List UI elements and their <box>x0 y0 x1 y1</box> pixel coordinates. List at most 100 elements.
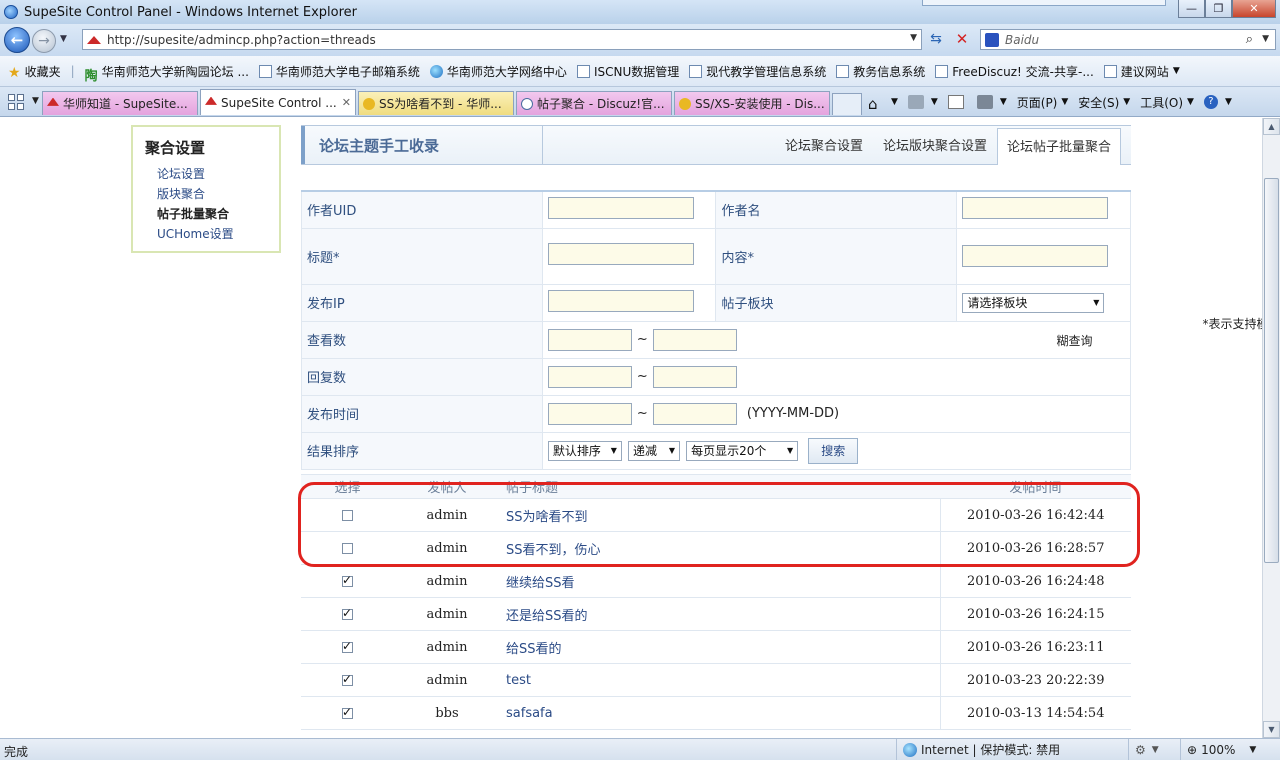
chevron-down-icon[interactable]: ▼ <box>1262 34 1269 44</box>
thread-title-link[interactable]: SS为啥看不到 <box>500 498 941 532</box>
stop-button[interactable]: ✕ <box>952 30 972 50</box>
history-dropdown[interactable]: ▼ <box>60 34 67 44</box>
page-menu[interactable]: 页面(P) ▼ <box>1017 94 1069 111</box>
favorites-button[interactable]: ★ 收藏夹 <box>8 63 61 81</box>
minimize-button[interactable]: — <box>1178 0 1205 18</box>
favorite-link[interactable]: 现代教学管理信息系统 <box>689 63 826 80</box>
author-cell: admin <box>394 597 500 631</box>
scroll-down-button[interactable]: ▼ <box>1263 721 1280 738</box>
row-checkbox[interactable] <box>342 509 353 521</box>
favorite-link[interactable]: FreeDiscuz! 交流-共享-... <box>935 63 1094 80</box>
author-name-input[interactable] <box>962 196 1109 219</box>
views-min-input[interactable] <box>547 328 632 351</box>
zoom-control[interactable]: ⊕ 100% ▼ <box>1180 739 1256 760</box>
views-max-input[interactable] <box>652 328 737 351</box>
thread-title-link[interactable]: 还是给SS看的 <box>500 597 941 631</box>
quick-tabs-icon[interactable] <box>8 94 24 110</box>
browser-tab[interactable]: SS为啥看不到 - 华师... <box>358 91 514 115</box>
board-select[interactable]: 请选择板块 ▼ <box>962 292 1105 313</box>
tools-menu[interactable]: 工具(O) ▼ <box>1140 94 1194 111</box>
favorite-link[interactable]: 华南师范大学电子邮箱系统 <box>258 63 420 80</box>
column-select: 选择 <box>301 474 394 499</box>
tab-list-dropdown[interactable]: ▼ <box>32 96 39 106</box>
replies-max-input[interactable] <box>652 365 737 388</box>
thread-title-link[interactable]: SS看不到，伤心 <box>500 531 941 565</box>
sidebar-item-thread-batch[interactable]: 帖子批量聚合 <box>157 204 267 224</box>
row-checkbox[interactable] <box>342 639 353 653</box>
thread-title-link[interactable]: 继续给SS看 <box>500 564 941 598</box>
protected-mode-toggle[interactable]: ⚙ ▼ <box>1128 739 1176 760</box>
sidebar-item-board-aggregation[interactable]: 版块聚合 <box>157 184 267 204</box>
url-text: http://supesite/admincp.php?action=threa… <box>107 32 376 47</box>
author-cell: admin <box>394 564 500 598</box>
content-cell: *表示支持模糊查询 <box>956 227 1262 348</box>
search-button[interactable]: 搜索 <box>808 437 859 464</box>
help-button[interactable]: ? ▼ <box>1203 95 1232 109</box>
favorite-link[interactable]: 教务信息系统 <box>836 63 925 80</box>
select-cell <box>301 531 394 565</box>
browser-tab[interactable]: 华师知道 - SupeSite... <box>42 91 198 115</box>
sort-field-select[interactable]: 默认排序 ▼ <box>547 440 622 461</box>
tab-board-aggregation[interactable]: 论坛版块聚合设置 <box>873 135 997 164</box>
post-time-end-input[interactable] <box>652 402 737 425</box>
status-text: 完成 <box>4 745 29 759</box>
post-time-cell: 2010-03-26 16:42:44 <box>940 498 1131 532</box>
content-label: 内容* <box>715 227 958 285</box>
search-icon[interactable]: ⌕ <box>1246 32 1253 47</box>
post-ip-input[interactable] <box>547 289 694 312</box>
home-button[interactable]: ⌂ ▼ <box>868 95 898 113</box>
browser-tab-active[interactable]: SupeSite Control ... ✕ <box>200 89 356 115</box>
thread-title-link[interactable]: safsafa <box>500 696 941 730</box>
select-cell <box>301 498 394 532</box>
search-input[interactable]: Baidu ⌕ ▼ <box>980 29 1276 50</box>
site-favicon-icon <box>87 34 101 46</box>
row-checkbox[interactable] <box>342 542 353 554</box>
sort-order-select[interactable]: 递减 ▼ <box>628 440 681 461</box>
row-checkbox[interactable] <box>342 606 353 620</box>
forward-button[interactable]: → <box>32 29 56 53</box>
board-label: 帖子板块 <box>715 283 958 322</box>
title-input[interactable] <box>547 243 694 265</box>
tab-close-icon[interactable]: ✕ <box>338 96 351 109</box>
url-field[interactable]: http://supesite/admincp.php?action=threa… <box>82 29 922 50</box>
sidebar-item-uchome-settings[interactable]: UCHome设置 <box>157 224 267 244</box>
scroll-thumb[interactable] <box>1264 178 1279 563</box>
scroll-up-button[interactable]: ▲ <box>1263 118 1280 135</box>
sidebar-item-forum-settings[interactable]: 论坛设置 <box>157 164 267 184</box>
safety-menu[interactable]: 安全(S) ▼ <box>1078 94 1130 111</box>
author-uid-input[interactable] <box>547 196 694 219</box>
page-icon <box>521 97 533 110</box>
header-accent <box>301 126 305 164</box>
maximize-button[interactable]: ❐ <box>1205 0 1232 18</box>
chevron-down-icon[interactable]: ▼ <box>910 33 917 43</box>
close-button[interactable]: ✕ <box>1232 0 1276 18</box>
refresh-button[interactable]: ⇆ <box>926 31 946 49</box>
row-checkbox[interactable] <box>342 705 353 719</box>
content-input[interactable] <box>962 245 1109 267</box>
page-icon <box>836 64 850 78</box>
replies-min-input[interactable] <box>547 365 632 388</box>
browser-tab[interactable]: 帖子聚合 - Discuz!官... <box>516 91 672 115</box>
back-button[interactable]: ← <box>4 27 30 53</box>
post-time-label: 发布时间 <box>301 394 543 433</box>
thread-title-link[interactable]: 给SS看的 <box>500 630 941 664</box>
favorite-link[interactable]: 建议网站 ▼ <box>1103 63 1180 80</box>
tab-forum-aggregation[interactable]: 论坛聚合设置 <box>775 135 873 164</box>
row-checkbox[interactable] <box>342 573 353 587</box>
print-button[interactable]: ▼ <box>976 95 1007 109</box>
tab-thread-batch[interactable]: 论坛帖子批量聚合 <box>996 128 1121 165</box>
mail-button[interactable] <box>947 95 967 109</box>
browser-tab[interactable]: SS/XS-安装使用 - Dis... <box>674 91 830 115</box>
thread-title-link[interactable]: test <box>500 663 941 697</box>
favorite-link[interactable]: 华南师范大学网络中心 <box>429 63 567 80</box>
post-time-start-input[interactable] <box>547 402 632 425</box>
page-size-select[interactable]: 每页显示20个 ▼ <box>686 440 799 461</box>
favorite-link[interactable]: 陶 华南师范大学新陶园论坛 ... <box>85 63 249 84</box>
row-checkbox[interactable] <box>342 672 353 686</box>
feeds-button[interactable]: ▼ <box>907 95 938 109</box>
favorites-bar: ★ 收藏夹 | 陶 华南师范大学新陶园论坛 ... 华南师范大学电子邮箱系统 华… <box>0 56 1280 87</box>
scrollbar[interactable]: ▲ ▼ <box>1262 118 1280 738</box>
security-zone[interactable]: Internet | 保护模式: 禁用 <box>896 739 1060 760</box>
new-tab-button[interactable] <box>832 93 862 115</box>
favorite-link[interactable]: ISCNU数据管理 <box>576 63 679 80</box>
